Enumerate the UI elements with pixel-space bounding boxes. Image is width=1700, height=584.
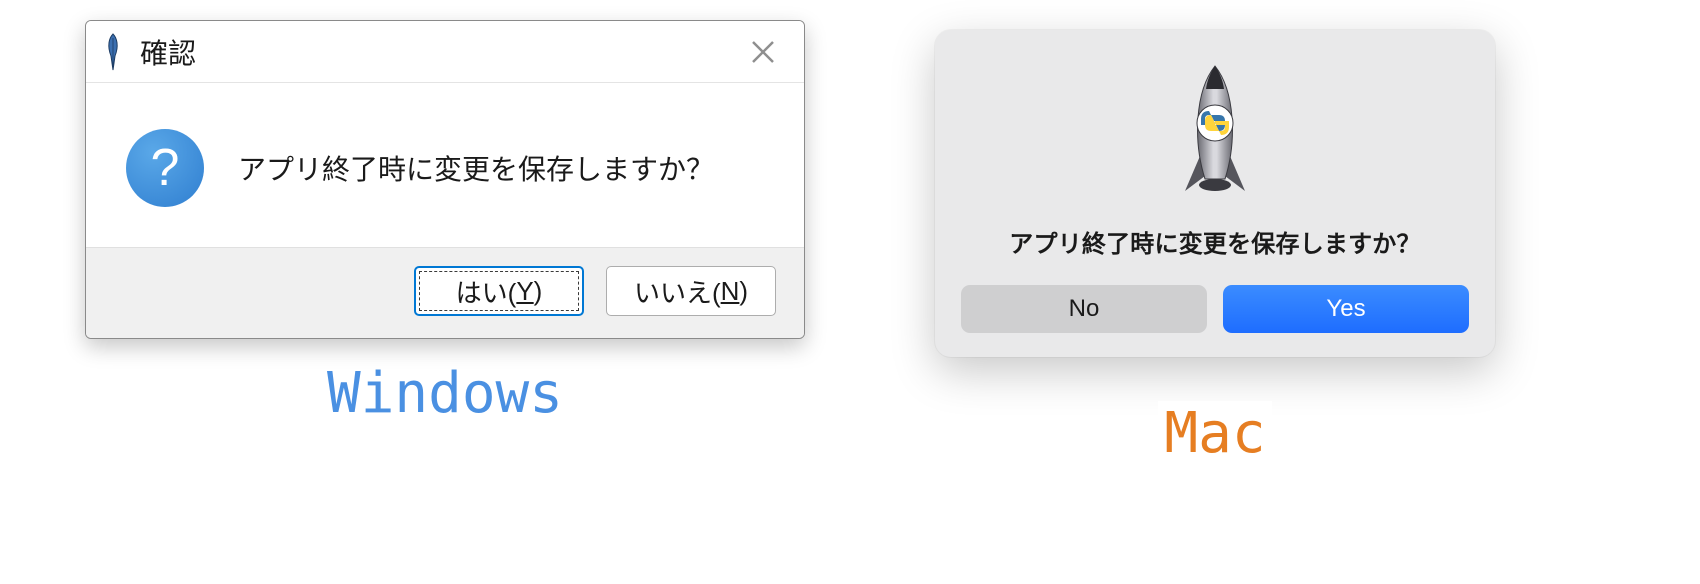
question-glyph: ? (151, 138, 180, 198)
windows-titlebar: 確認 (86, 21, 804, 83)
question-icon: ? (126, 129, 204, 207)
windows-dialog-footer: はい(Y) いいえ(N) (86, 247, 804, 338)
close-icon[interactable] (740, 29, 786, 75)
windows-caption: Windows (85, 361, 805, 426)
mac-dialog-buttons: No Yes (961, 285, 1469, 333)
no-button[interactable]: No (961, 285, 1207, 333)
no-label-pre: いいえ( (634, 273, 721, 310)
feather-icon (100, 32, 126, 72)
mac-dialog: アプリ終了時に変更を保存しますか？ No Yes (935, 30, 1495, 357)
windows-dialog-title: 確認 (140, 32, 740, 72)
no-label-post: ) (739, 276, 748, 307)
yes-label-post: ) (534, 276, 543, 307)
no-mnemonic: N (721, 276, 740, 307)
windows-dialog-message: アプリ終了時に変更を保存しますか？ (238, 148, 714, 188)
yes-mnemonic: Y (516, 276, 533, 307)
no-button[interactable]: いいえ(N) (606, 266, 776, 316)
python-rocket-icon (1160, 56, 1270, 206)
mac-caption: Mac (1158, 401, 1271, 466)
mac-dialog-message: アプリ終了時に変更を保存しますか？ (1009, 224, 1420, 259)
yes-button[interactable]: Yes (1223, 285, 1469, 333)
windows-dialog: 確認 ? アプリ終了時に変更を保存しますか？ はい(Y) いいえ(N) (85, 20, 805, 339)
windows-dialog-body: ? アプリ終了時に変更を保存しますか？ (86, 83, 804, 247)
yes-label-pre: はい( (456, 273, 517, 310)
yes-button[interactable]: はい(Y) (414, 266, 584, 316)
